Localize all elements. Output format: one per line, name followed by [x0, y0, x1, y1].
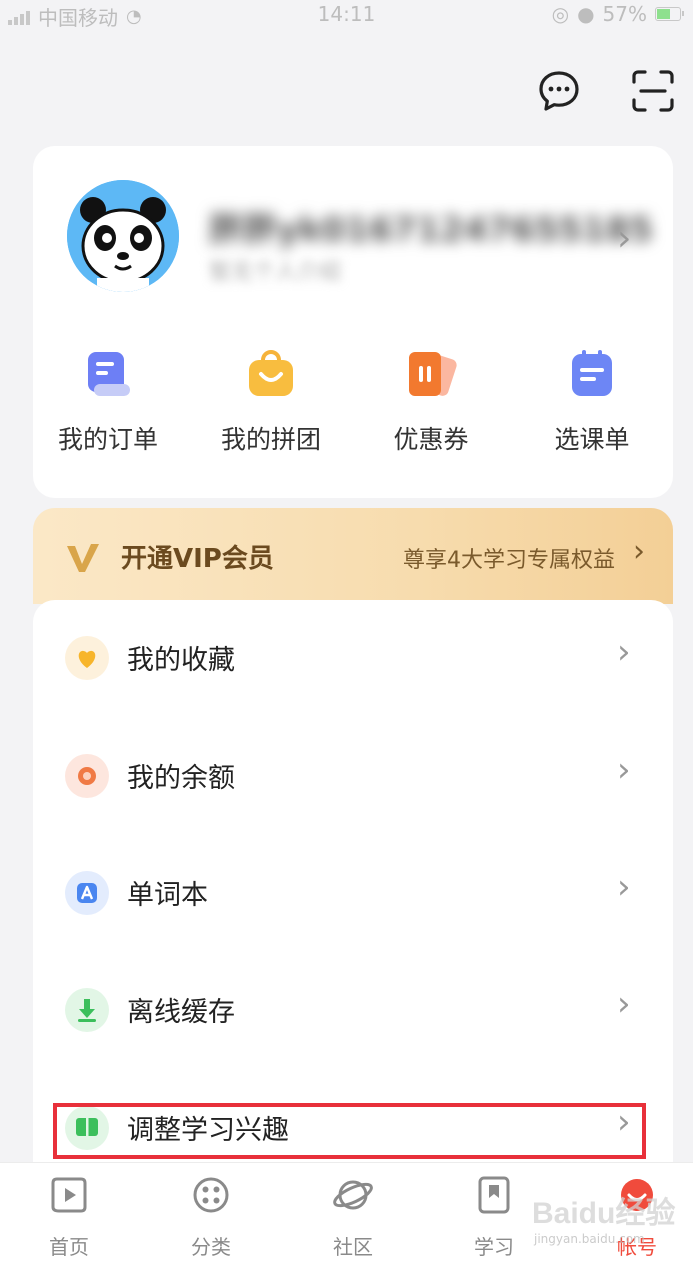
course-list-icon — [564, 346, 620, 402]
planet-icon — [331, 1173, 375, 1217]
menu-item-label: 我的收藏 — [127, 645, 235, 676]
tab-home[interactable]: 首页 — [24, 1173, 114, 1260]
tab-community[interactable]: 社区 — [308, 1173, 398, 1260]
profile-card: 胖胖yk01671247655185 暂无个人介绍 › 我的订单 我的拼团 优惠… — [33, 146, 673, 498]
avatar[interactable] — [67, 180, 179, 292]
alarm-icon: ● — [577, 2, 595, 26]
battery-fill — [657, 9, 670, 19]
vip-v-icon — [63, 538, 103, 578]
vip-subtitle: 尊享4大学习专属权益 — [403, 548, 615, 573]
menu-item-label: 离线缓存 — [127, 997, 235, 1028]
menu-item-offline-cache[interactable]: 离线缓存 › — [33, 970, 673, 1050]
quick-action-label: 优惠券 — [393, 425, 469, 454]
profile-chevron-right-icon[interactable]: › — [617, 218, 631, 259]
vip-title: 开通VIP会员 — [121, 544, 274, 574]
chevron-right-icon: › — [617, 867, 631, 907]
chevron-right-icon: › — [617, 984, 631, 1024]
username[interactable]: 胖胖yk01671247655185 — [209, 202, 653, 251]
baidu-watermark-url: jingyan.baidu.com — [534, 1232, 645, 1246]
lock-rotation-icon: ◎ — [551, 2, 570, 26]
quick-action-course-list[interactable]: 选课单 — [517, 346, 667, 456]
vocabulary-icon — [65, 871, 109, 915]
order-icon — [80, 346, 136, 402]
panda-avatar-icon — [67, 180, 179, 292]
user-bio: 暂无个人介绍 — [209, 260, 342, 285]
menu-item-label: 我的余额 — [127, 763, 235, 794]
battery-percent: 57% — [602, 2, 647, 26]
menu-item-label: 单词本 — [127, 880, 208, 911]
menu-item-favorites[interactable]: 我的收藏 › — [33, 618, 673, 698]
balance-icon — [65, 754, 109, 798]
quick-action-label: 我的订单 — [57, 425, 158, 454]
tab-study[interactable]: 学习 — [449, 1173, 539, 1260]
quick-action-group-buy[interactable]: 我的拼团 — [196, 346, 346, 456]
coupon-icon — [403, 346, 459, 402]
tab-category[interactable]: 分类 — [166, 1173, 256, 1260]
tab-label: 社区 — [333, 1235, 373, 1259]
quick-action-coupon[interactable]: 优惠券 — [356, 346, 506, 456]
vip-banner[interactable]: 开通VIP会员 尊享4大学习专属权益 › — [33, 508, 673, 604]
home-play-icon — [47, 1173, 91, 1217]
group-buy-icon — [243, 346, 299, 402]
scan-icon[interactable] — [630, 68, 676, 114]
status-bar: 中国移动 ◔ 14:11 ◎ ● 57% — [0, 0, 693, 30]
status-right: ◎ ● 57% — [551, 2, 684, 26]
quick-action-label: 选课单 — [554, 425, 630, 454]
tab-label: 分类 — [191, 1235, 231, 1259]
chevron-right-icon: › — [617, 750, 631, 790]
tab-label: 学习 — [474, 1235, 514, 1259]
highlight-box — [53, 1103, 646, 1159]
vip-chevron-right-icon: › — [633, 534, 645, 569]
battery-icon — [655, 7, 684, 21]
category-icon — [189, 1173, 233, 1217]
menu-item-balance[interactable]: 我的余额 › — [33, 736, 673, 816]
menu-item-vocabulary[interactable]: 单词本 › — [33, 853, 673, 933]
quick-action-label: 我的拼团 — [220, 425, 321, 454]
chevron-right-icon: › — [617, 632, 631, 672]
baidu-watermark: Baidu经验 — [532, 1197, 676, 1230]
heart-icon — [65, 636, 109, 680]
bookmark-icon — [472, 1173, 516, 1217]
chat-bubble-icon[interactable] — [536, 68, 582, 114]
quick-action-orders[interactable]: 我的订单 — [33, 346, 183, 456]
tab-label: 首页 — [49, 1235, 89, 1259]
download-icon — [65, 988, 109, 1032]
